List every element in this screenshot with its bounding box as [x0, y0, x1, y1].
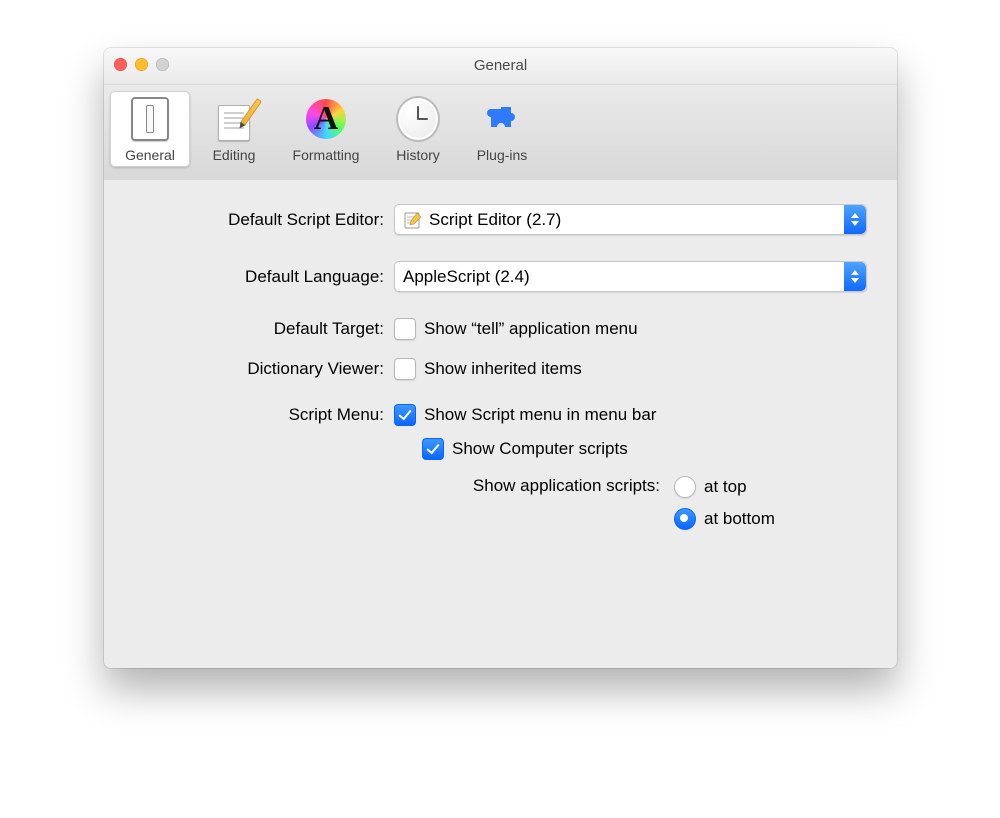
- puzzle-icon: [480, 97, 524, 141]
- show-tell-menu-checkbox[interactable]: [394, 318, 416, 340]
- show-inherited-items-label: Show inherited items: [424, 359, 582, 379]
- script-menu-label: Script Menu:: [124, 405, 394, 425]
- default-language-popup[interactable]: AppleScript (2.4): [394, 261, 867, 292]
- switch-icon: [128, 97, 172, 141]
- tab-plugins[interactable]: Plug-ins: [462, 91, 542, 167]
- app-scripts-at-top-radio[interactable]: [674, 476, 696, 498]
- default-language-value: AppleScript (2.4): [403, 267, 530, 287]
- default-script-editor-popup[interactable]: Script Editor (2.7): [394, 204, 867, 235]
- tab-history[interactable]: History: [378, 91, 458, 167]
- font-color-icon: A: [304, 97, 348, 141]
- tab-formatting-label: Formatting: [280, 147, 372, 163]
- clock-icon: [396, 97, 440, 141]
- show-script-menu-checkbox[interactable]: [394, 404, 416, 426]
- popup-arrows-icon: [844, 205, 866, 234]
- titlebar: General: [104, 48, 897, 85]
- general-pane: Default Script Editor: Script Editor (2.…: [104, 180, 897, 668]
- tab-editing-label: Editing: [196, 147, 272, 163]
- zoom-window-button[interactable]: [156, 58, 169, 71]
- show-computer-scripts-checkbox[interactable]: [422, 438, 444, 460]
- window-title: General: [104, 48, 897, 84]
- app-scripts-at-bottom-label: at bottom: [704, 509, 775, 529]
- show-computer-scripts-label: Show Computer scripts: [452, 439, 628, 459]
- app-scripts-at-top-label: at top: [704, 477, 747, 497]
- tab-formatting[interactable]: A Formatting: [278, 91, 374, 167]
- tab-plugins-label: Plug-ins: [464, 147, 540, 163]
- pencil-paper-icon: [212, 97, 256, 141]
- tab-editing[interactable]: Editing: [194, 91, 274, 167]
- tab-general[interactable]: General: [110, 91, 190, 167]
- preferences-toolbar: General Editing A Formatting History: [104, 85, 897, 181]
- default-script-editor-value: Script Editor (2.7): [429, 210, 561, 230]
- close-window-button[interactable]: [114, 58, 127, 71]
- default-script-editor-label: Default Script Editor:: [124, 210, 394, 230]
- default-target-label: Default Target:: [124, 319, 394, 339]
- show-inherited-items-checkbox[interactable]: [394, 358, 416, 380]
- popup-arrows-icon: [844, 262, 866, 291]
- dictionary-viewer-label: Dictionary Viewer:: [124, 359, 394, 379]
- preferences-window: General General Editing A Formatting His…: [104, 48, 897, 668]
- show-script-menu-label: Show Script menu in menu bar: [424, 405, 656, 425]
- script-editor-app-icon: [403, 210, 423, 230]
- app-scripts-at-bottom-radio[interactable]: [674, 508, 696, 530]
- tab-general-label: General: [112, 147, 188, 163]
- default-language-label: Default Language:: [124, 267, 394, 287]
- minimize-window-button[interactable]: [135, 58, 148, 71]
- show-tell-menu-label: Show “tell” application menu: [424, 319, 638, 339]
- tab-history-label: History: [380, 147, 456, 163]
- window-controls: [114, 58, 169, 71]
- show-application-scripts-label: Show application scripts:: [422, 476, 660, 496]
